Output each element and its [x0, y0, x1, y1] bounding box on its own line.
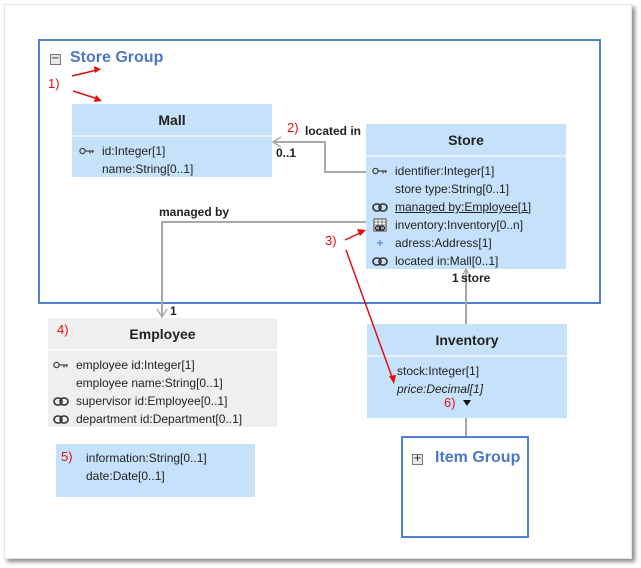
- attribute-text: stock:Integer[1]: [397, 364, 480, 378]
- plus-icon: [371, 237, 389, 249]
- attribute-row[interactable]: employee id:Integer[1]: [52, 356, 277, 374]
- attribute-text: store type:String[0..1]: [395, 182, 510, 196]
- store-group-title: Store Group: [70, 49, 164, 66]
- no-icon: [52, 377, 70, 389]
- attribute-text: department id:Department[0..1]: [76, 412, 243, 426]
- collapse-toggle-icon[interactable]: −: [50, 54, 61, 65]
- attribute-row[interactable]: id:Integer[1]: [78, 142, 272, 160]
- annotation-6: 6): [444, 395, 456, 410]
- more-attributes-icon[interactable]: [463, 400, 471, 406]
- class-unnamed[interactable]: information:String[0..1] date:Date[0..1]: [56, 444, 255, 497]
- key-icon: [52, 359, 70, 371]
- attribute-text: id:Integer[1]: [102, 144, 166, 158]
- class-inventory[interactable]: Inventory stock:Integer[1] price:Decimal…: [367, 324, 567, 418]
- attribute-row[interactable]: information:String[0..1]: [86, 449, 255, 467]
- class-inventory-name: Inventory: [367, 324, 567, 357]
- attribute-row[interactable]: managed by:Employee[1]: [371, 198, 566, 216]
- attribute-text: identifier:Integer[1]: [395, 164, 495, 178]
- attribute-text: employee id:Integer[1]: [76, 358, 195, 372]
- table-link-icon: [371, 218, 389, 232]
- attribute-row[interactable]: date:Date[0..1]: [86, 467, 255, 485]
- no-icon: [78, 163, 96, 175]
- attribute-text: name:String[0..1]: [102, 162, 194, 176]
- key-icon: [371, 165, 389, 177]
- attribute-row[interactable]: price:Decimal[1]: [397, 380, 567, 398]
- no-icon: [371, 183, 389, 195]
- annotation-5: 5): [61, 449, 73, 464]
- attribute-text: information:String[0..1]: [86, 451, 207, 465]
- link-icon: [52, 395, 70, 407]
- attribute-row[interactable]: inventory:Inventory[0..n]: [371, 216, 566, 234]
- relation-located-in-multiplicity: 0..1: [276, 146, 297, 160]
- link-icon: [371, 255, 389, 267]
- item-group-title: Item Group: [435, 449, 521, 466]
- attribute-text: adress:Address[1]: [395, 236, 492, 250]
- relation-managed-by-label: managed by: [159, 205, 230, 219]
- attribute-text: managed by:Employee[1]: [395, 200, 532, 214]
- attribute-text: located in:Mall[0..1]: [395, 254, 499, 268]
- attribute-text: price:Decimal[1]: [397, 382, 484, 396]
- attribute-text: inventory:Inventory[0..n]: [395, 218, 524, 232]
- attribute-text: supervisor id:Employee[0..1]: [76, 394, 228, 408]
- attribute-text: date:Date[0..1]: [86, 469, 165, 483]
- relation-store-label: store: [461, 271, 491, 285]
- key-icon: [78, 145, 96, 157]
- relation-managed-by-multiplicity: 1: [170, 304, 177, 318]
- attribute-text: employee name:String[0..1]: [76, 376, 223, 390]
- class-mall[interactable]: Mall id:Integer[1] name:String[0..1]: [72, 104, 272, 177]
- relation-store-multiplicity: 1: [452, 271, 459, 285]
- attribute-row[interactable]: department id:Department[0..1]: [52, 410, 277, 428]
- attribute-row[interactable]: name:String[0..1]: [78, 160, 272, 178]
- class-employee-name: Employee: [48, 318, 277, 351]
- annotation-3: 3): [325, 233, 337, 248]
- class-store[interactable]: Store identifier:Integer[1] store type:S…: [366, 124, 566, 269]
- link-icon: [52, 413, 70, 425]
- class-store-name: Store: [366, 124, 566, 157]
- attribute-row[interactable]: employee name:String[0..1]: [52, 374, 277, 392]
- class-employee[interactable]: Employee employee id:Integer[1] employee…: [48, 318, 277, 427]
- annotation-4: 4): [57, 322, 69, 337]
- attribute-row[interactable]: identifier:Integer[1]: [371, 162, 566, 180]
- link-icon: [371, 201, 389, 213]
- annotation-1: 1): [48, 76, 60, 91]
- expand-toggle-icon[interactable]: +: [412, 454, 423, 465]
- attribute-row[interactable]: stock:Integer[1]: [397, 362, 567, 380]
- relation-located-in-label: located in: [305, 124, 362, 138]
- attribute-row[interactable]: adress:Address[1]: [371, 234, 566, 252]
- class-mall-name: Mall: [72, 104, 272, 137]
- attribute-row[interactable]: located in:Mall[0..1]: [371, 252, 566, 270]
- annotation-2: 2): [287, 120, 299, 135]
- attribute-row[interactable]: supervisor id:Employee[0..1]: [52, 392, 277, 410]
- attribute-row[interactable]: store type:String[0..1]: [371, 180, 566, 198]
